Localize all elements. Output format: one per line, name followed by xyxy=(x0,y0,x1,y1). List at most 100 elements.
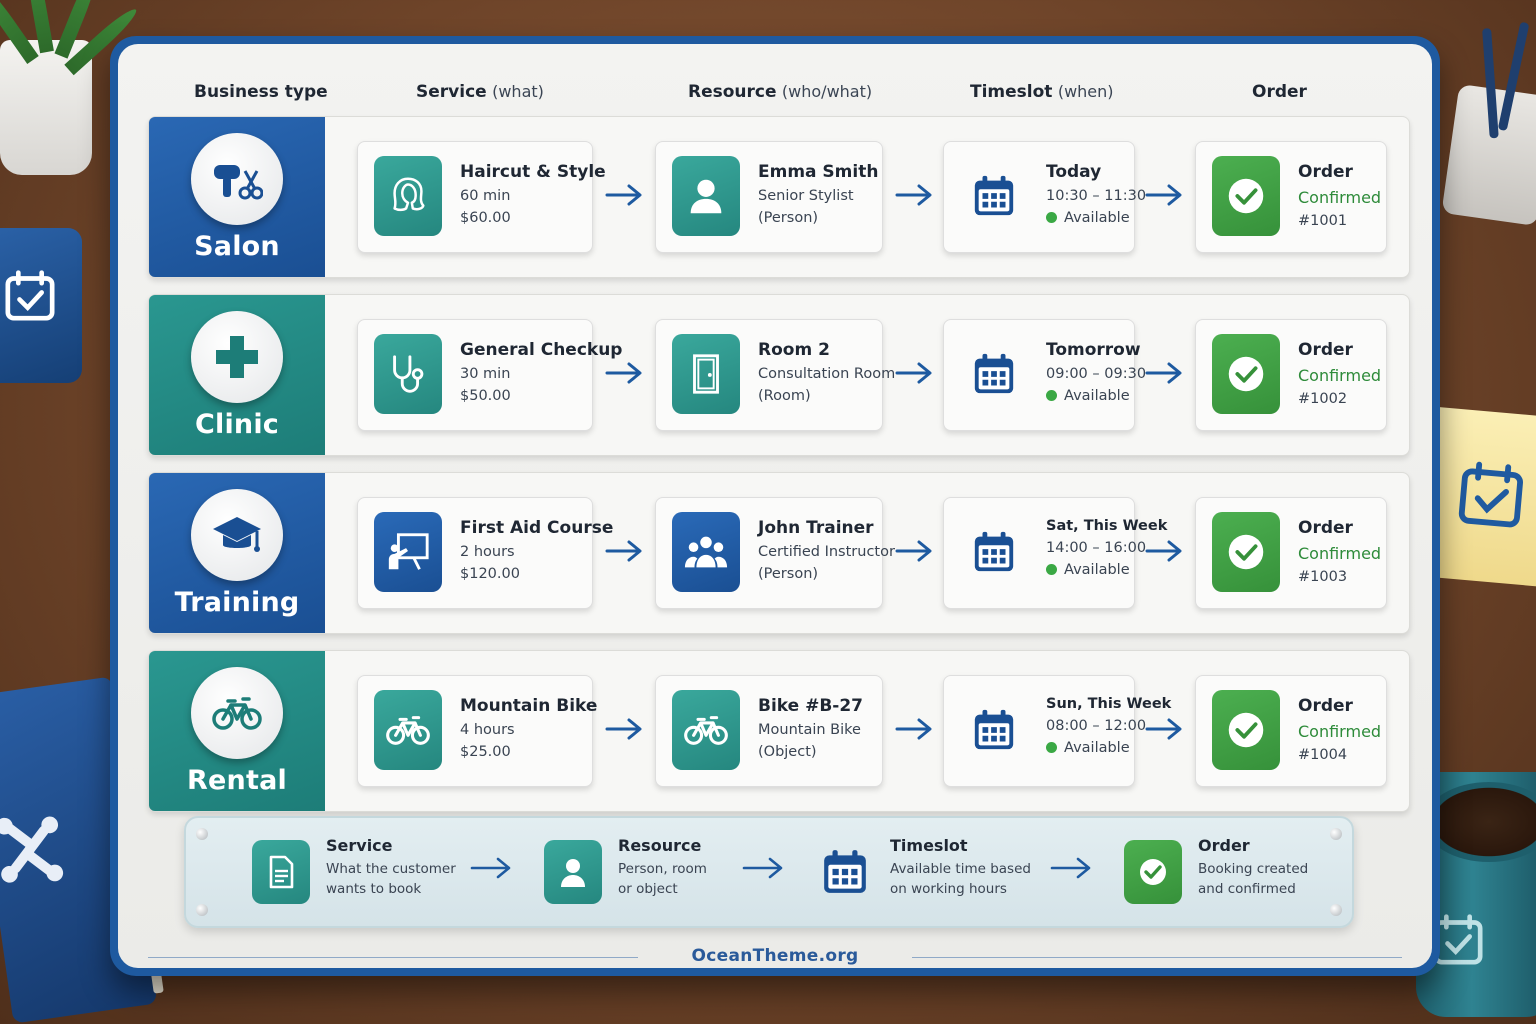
resource-card[interactable]: John Trainer Certified Instructor (Perso… xyxy=(655,497,895,609)
legend-text: Resource Person, room or object xyxy=(618,836,707,899)
order-text: Order Confirmed #1001 xyxy=(1298,162,1381,229)
flow-arrow xyxy=(1145,717,1185,741)
legend-pin xyxy=(196,828,208,840)
business-icon-circle xyxy=(191,311,283,403)
resource-kind: (Room) xyxy=(758,388,811,404)
order-card[interactable]: Order Confirmed #1004 xyxy=(1195,675,1387,787)
service-text: Mountain Bike 4 hours $25.00 xyxy=(460,696,598,760)
legend-desc: Person, room or object xyxy=(618,859,707,899)
service-duration: 30 min xyxy=(460,366,511,382)
order-card[interactable]: Order Confirmed #1001 xyxy=(1195,141,1387,253)
order-status: Confirmed xyxy=(1298,544,1382,563)
board-surface: Business type Service (what) Resource (w… xyxy=(118,44,1432,968)
flow-arrow xyxy=(895,539,935,563)
timeslot-status: Available xyxy=(1046,210,1130,226)
resource-role: Certified Instructor xyxy=(758,544,895,560)
legend-pin xyxy=(196,904,208,916)
header-service: Service (what) xyxy=(416,82,544,102)
check-circle-icon xyxy=(1228,178,1264,214)
resource-text: Room 2 Consultation Room (Room) xyxy=(758,340,896,404)
bicycle-icon xyxy=(212,697,262,730)
bicycle-icon xyxy=(684,716,728,745)
legend-pin xyxy=(1330,828,1342,840)
order-card[interactable]: Order Confirmed #1002 xyxy=(1195,319,1387,431)
calendar-icon xyxy=(824,850,866,893)
legend-desc-line: and confirmed xyxy=(1198,881,1296,897)
legend-desc-line: Available time based xyxy=(890,861,1031,877)
service-icon-tile xyxy=(374,156,442,236)
legend-desc-line: What the customer xyxy=(326,861,456,877)
business-icon-circle xyxy=(191,667,283,759)
legend-text: Service What the customer wants to book xyxy=(326,836,456,899)
legend-desc-line: Booking created xyxy=(1198,861,1309,877)
order-number: #1001 xyxy=(1298,213,1348,229)
resource-card[interactable]: Room 2 Consultation Room (Room) xyxy=(655,319,896,431)
service-card[interactable]: Haircut & Style 60 min $60.00 xyxy=(357,141,606,253)
calendar-icon xyxy=(974,531,1014,572)
resource-role: Consultation Room xyxy=(758,366,896,382)
resource-icon-tile xyxy=(672,156,740,236)
flow-arrow xyxy=(895,183,935,207)
legend-arrow xyxy=(742,857,783,879)
resource-name: Bike #B-27 xyxy=(758,696,863,716)
timeslot-icon-tile xyxy=(960,512,1028,592)
service-price: $120.00 xyxy=(460,566,520,582)
pen-cup-decoration xyxy=(1441,21,1536,227)
header-resource-label: Resource xyxy=(688,82,777,102)
footer-rule xyxy=(912,957,1402,958)
order-label: Order xyxy=(1298,518,1353,538)
medical-cross-icon xyxy=(216,336,258,378)
header-service-label: Service xyxy=(416,82,487,102)
order-text: Order Confirmed #1003 xyxy=(1298,518,1382,585)
timeslot-time: 08:00 – 12:00 xyxy=(1046,718,1147,734)
flow-arrow xyxy=(895,717,935,741)
order-icon-tile xyxy=(1212,690,1280,770)
service-card[interactable]: General Checkup 30 min $50.00 xyxy=(357,319,622,431)
timeslot-status: Available xyxy=(1046,388,1130,404)
footer-site-link[interactable]: OceanTheme.org xyxy=(692,946,859,966)
flow-arrow xyxy=(605,539,645,563)
resource-name: Room 2 xyxy=(758,340,830,360)
check-circle-icon xyxy=(1228,534,1264,570)
business-tile-rental: Rental xyxy=(149,651,325,811)
flow-arrow xyxy=(605,183,645,207)
order-card[interactable]: Order Confirmed #1003 xyxy=(1195,497,1387,609)
order-icon-tile xyxy=(1212,334,1280,414)
legend-pin xyxy=(1330,904,1342,916)
business-tile-clinic: Clinic xyxy=(149,295,325,455)
order-label: Order xyxy=(1298,340,1353,360)
header-timeslot: Timeslot (when) xyxy=(970,82,1114,102)
resource-card[interactable]: Bike #B-27 Mountain Bike (Object) xyxy=(655,675,883,787)
legend-icon-tile xyxy=(252,840,310,904)
calendar-icon xyxy=(974,353,1014,394)
service-name: Mountain Bike xyxy=(460,696,598,716)
timeslot-card[interactable]: Today 10:30 – 11:30 Available xyxy=(943,141,1146,253)
legend-desc: Available time based on working hours xyxy=(890,859,1031,899)
timeslot-text: Tomorrow 09:00 – 09:30 Available xyxy=(1046,340,1146,404)
row-clinic: Clinic General Checkup 30 min $50.00 Roo… xyxy=(148,294,1410,456)
booking-flow-board: Business type Service (what) Resource (w… xyxy=(110,36,1440,976)
row-rental: Rental Mountain Bike 4 hours $25.00 Bike… xyxy=(148,650,1410,812)
calendar-check-icon xyxy=(1458,461,1523,528)
timeslot-card[interactable]: Sun, This Week 08:00 – 12:00 Available xyxy=(943,675,1171,787)
header-order: Order xyxy=(1252,82,1307,102)
person-icon xyxy=(690,179,722,214)
order-number: #1002 xyxy=(1298,391,1348,407)
timeslot-card[interactable]: Sat, This Week 14:00 – 16:00 Available xyxy=(943,497,1167,609)
header-resource-sub: (who/what) xyxy=(781,82,873,101)
resource-card[interactable]: Emma Smith Senior Stylist (Person) xyxy=(655,141,883,253)
legend-title: Service xyxy=(326,836,393,855)
business-label: Training xyxy=(174,587,300,618)
row-salon: Salon Haircut & Style 60 min $60.00 Emma… xyxy=(148,116,1410,278)
available-dot xyxy=(1046,390,1057,401)
legend-icon-tile xyxy=(816,840,874,904)
service-name: Haircut & Style xyxy=(460,162,606,182)
header-business-type-label: Business type xyxy=(194,82,328,102)
timeslot-card[interactable]: Tomorrow 09:00 – 09:30 Available xyxy=(943,319,1146,431)
check-circle-icon xyxy=(1228,712,1264,748)
service-card[interactable]: First Aid Course 2 hours $120.00 xyxy=(357,497,613,609)
calendar-icon xyxy=(974,175,1014,216)
legend-desc: Booking created and confirmed xyxy=(1198,859,1308,899)
service-text: Haircut & Style 60 min $60.00 xyxy=(460,162,606,226)
service-card[interactable]: Mountain Bike 4 hours $25.00 xyxy=(357,675,598,787)
